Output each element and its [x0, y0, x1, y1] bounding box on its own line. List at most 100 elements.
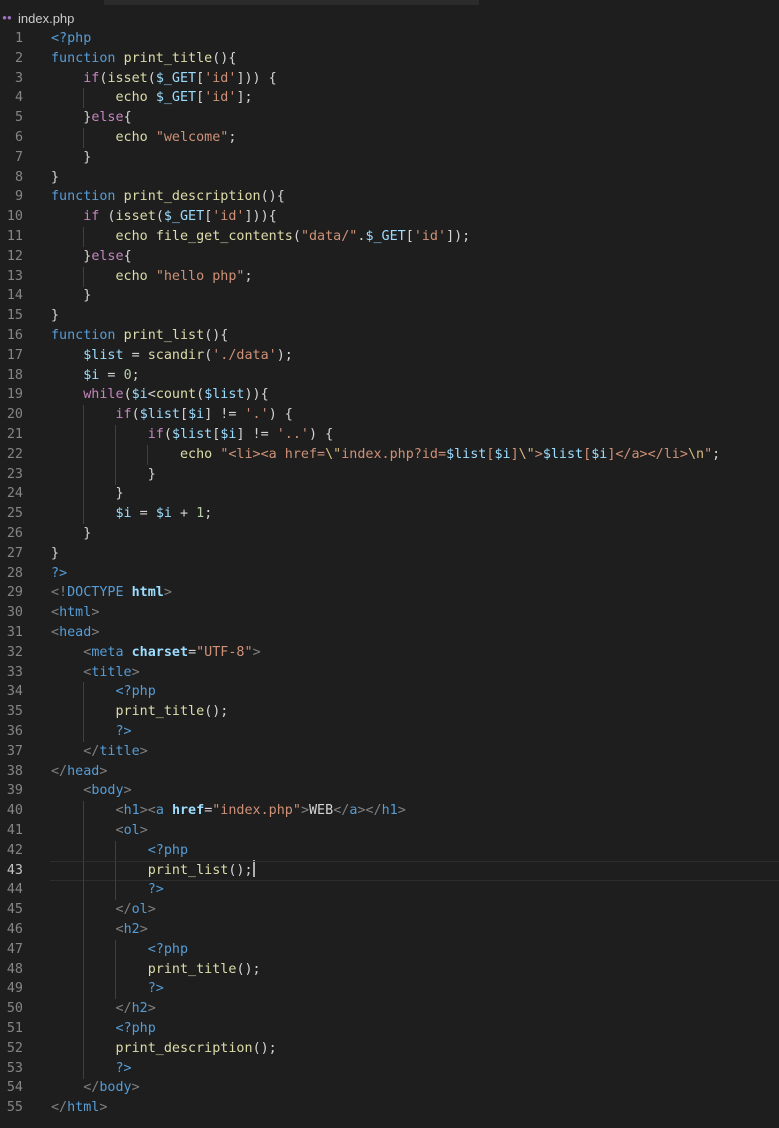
- code-line[interactable]: 49 ?>: [0, 979, 779, 1000]
- code-line[interactable]: 36 ?>: [0, 722, 779, 742]
- code-line[interactable]: 29 <!DOCTYPE html>: [0, 583, 779, 603]
- code-line[interactable]: 7 }: [0, 148, 779, 168]
- code-token: $i: [188, 407, 205, 423]
- line-number: 2: [14, 50, 23, 66]
- code-line[interactable]: 10 if (isset($_GET['id'])){: [0, 207, 779, 227]
- code-token: [: [196, 90, 205, 106]
- code-line[interactable]: 52 print_description();: [0, 1038, 779, 1059]
- code-token: $i: [494, 446, 511, 462]
- code-line[interactable]: 3 if(isset($_GET['id'])) {: [0, 69, 779, 89]
- code-line[interactable]: 44 ?>: [0, 880, 779, 901]
- code-line[interactable]: 25 $i = $i + 1;: [0, 504, 779, 525]
- code-line[interactable]: 12 }else{: [0, 247, 779, 267]
- code-line[interactable]: 2 function print_title(){: [0, 49, 779, 69]
- code-line[interactable]: 5 }else{: [0, 108, 779, 128]
- code-line[interactable]: 39 <body>: [0, 781, 779, 801]
- code-token: function: [51, 50, 116, 66]
- code-token: {: [123, 248, 132, 264]
- code-token: echo: [115, 229, 148, 244]
- code-line[interactable]: 31 <head>: [0, 623, 779, 643]
- code-line[interactable]: 26 }: [0, 524, 779, 544]
- code-line[interactable]: 37 </title>: [0, 742, 779, 762]
- line-number: 8: [14, 169, 23, 185]
- code-text: ?>: [51, 979, 164, 999]
- code-token: (: [99, 209, 116, 225]
- code-line[interactable]: 8}: [0, 168, 779, 188]
- code-token: \": [325, 446, 342, 462]
- code-line[interactable]: 32 <meta charset="UTF-8">: [0, 643, 779, 663]
- code-line[interactable]: 55 </html>: [0, 1098, 779, 1118]
- code-token: }: [51, 169, 60, 185]
- code-text: </title>: [51, 742, 148, 762]
- code-token: '.': [244, 407, 269, 423]
- code-line[interactable]: 46 <h2>: [0, 920, 779, 940]
- code-line[interactable]: 33 <title>: [0, 663, 779, 683]
- line-number: 7: [14, 149, 23, 165]
- code-line[interactable]: 51 <?php: [0, 1019, 779, 1039]
- code-line[interactable]: 47 <?php: [0, 939, 779, 960]
- code-token: }: [51, 308, 60, 324]
- indent-guide: [115, 860, 116, 881]
- code-line[interactable]: 42 <?php: [0, 840, 779, 861]
- code-line[interactable]: 35 print_title();: [0, 702, 779, 723]
- code-line[interactable]: 54 </body>: [0, 1078, 779, 1098]
- code-line[interactable]: 40 <h1><a href="index.php">WEB</a></h1>: [0, 801, 779, 822]
- code-line[interactable]: 48 print_title();: [0, 959, 779, 980]
- code-line[interactable]: 9 function print_description(){: [0, 187, 779, 207]
- code-line[interactable]: 1 <?php: [0, 29, 779, 49]
- code-line[interactable]: 21 if($list[$i] != '..') {: [0, 425, 779, 445]
- code-token: DOCTYPE: [67, 585, 124, 601]
- code-text: </body>: [51, 1078, 139, 1098]
- code-line[interactable]: 34 <?php: [0, 682, 779, 703]
- code-token: <: [51, 625, 60, 640]
- code-line[interactable]: 20 if($list[$i] != '.') {: [0, 405, 779, 426]
- code-line[interactable]: 14 }: [0, 286, 779, 306]
- tab-index-php[interactable]: ●● index.php: [0, 9, 74, 27]
- code-token: }: [51, 466, 156, 482]
- code-token: >: [91, 625, 100, 640]
- code-token: ;: [712, 446, 721, 462]
- code-text: </h2>: [51, 999, 156, 1019]
- code-line[interactable]: 24 }: [0, 484, 779, 505]
- code-line[interactable]: 43 print_list();: [0, 860, 779, 881]
- code-line[interactable]: 53 ?>: [0, 1058, 779, 1079]
- code-token: ?>: [147, 882, 164, 898]
- code-token: >: [147, 1001, 156, 1017]
- code-line[interactable]: 18 $i = 0;: [0, 366, 779, 386]
- code-line[interactable]: 17 $list = scandir('./data');: [0, 346, 779, 366]
- code-line[interactable]: 4 echo $_GET['id'];: [0, 88, 779, 109]
- code-line[interactable]: 28 ?>: [0, 564, 779, 584]
- code-token: $list: [171, 427, 213, 442]
- code-line[interactable]: 16 function print_list(){: [0, 326, 779, 346]
- code-line[interactable]: 13 echo "hello php";: [0, 266, 779, 287]
- code-token: }: [51, 526, 92, 541]
- code-line[interactable]: 30 <html>: [0, 603, 779, 623]
- line-number: 18: [6, 367, 23, 383]
- code-line[interactable]: 19 while($i<count($list)){: [0, 385, 779, 405]
- code-token: else: [91, 110, 124, 126]
- code-line[interactable]: 23 }: [0, 464, 779, 485]
- line-number: 19: [6, 387, 23, 403]
- code-token: ])) {: [236, 70, 277, 86]
- code-token: $_GET: [365, 229, 406, 244]
- code-line[interactable]: 41 <ol>: [0, 821, 779, 841]
- code-editor[interactable]: 1 <?php 2 function print_title(){3 if(isset…: [0, 29, 779, 1128]
- code-token: isset: [115, 209, 156, 225]
- code-line[interactable]: 45 </ol>: [0, 900, 779, 921]
- line-number: 34: [6, 684, 23, 700]
- line-number: 12: [6, 248, 23, 264]
- code-line[interactable]: 6 echo "welcome";: [0, 128, 779, 148]
- code-line[interactable]: 11 echo file_get_contents("data/".$_GET[…: [0, 227, 779, 247]
- code-line[interactable]: 15}: [0, 306, 779, 326]
- line-number: 29: [6, 585, 23, 601]
- code-line[interactable]: 27}: [0, 544, 779, 564]
- code-token: print_list: [147, 862, 229, 878]
- code-line[interactable]: 22 echo "<li><a href=\"index.php?id=$lis…: [0, 444, 779, 465]
- code-line[interactable]: 50 </h2>: [0, 999, 779, 1020]
- code-line[interactable]: 38 </head>: [0, 762, 779, 782]
